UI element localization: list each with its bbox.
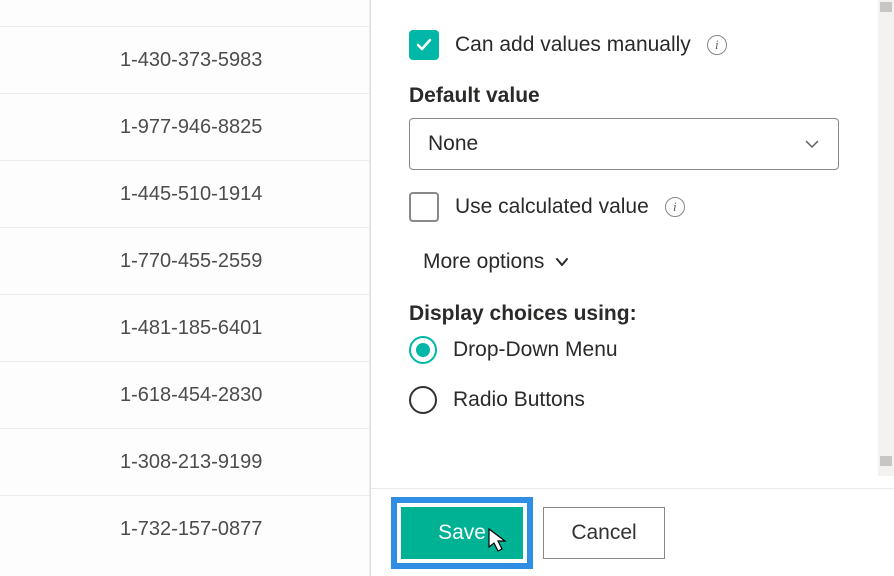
phone-cell: 1-732-157-0877 xyxy=(120,518,262,541)
save-button-label: Save xyxy=(438,521,486,545)
list-row[interactable]: 1-430-373-5983 xyxy=(0,27,369,94)
can-add-values-row: Can add values manually i xyxy=(409,30,848,60)
app-root: 1-430-373-5983 1-977-946-8825 1-445-510-… xyxy=(0,0,894,576)
edit-column-panel: Can add values manually i Default value … xyxy=(370,0,894,576)
radio-radiobuttons-label: Radio Buttons xyxy=(453,388,585,412)
scroll-arrow-up-icon[interactable] xyxy=(880,2,892,12)
default-value-selected: None xyxy=(428,132,478,156)
radio-dropdown[interactable] xyxy=(409,336,437,364)
phone-cell: 1-308-213-9199 xyxy=(120,451,262,474)
list-row[interactable]: 1-977-946-8825 xyxy=(0,94,369,161)
can-add-values-checkbox[interactable] xyxy=(409,30,439,60)
default-value-label: Default value xyxy=(409,84,848,108)
display-choices-label: Display choices using: xyxy=(409,302,848,326)
list-row[interactable] xyxy=(0,0,369,27)
phone-cell: 1-618-454-2830 xyxy=(120,384,262,407)
save-button[interactable]: Save xyxy=(401,507,523,559)
use-calculated-label: Use calculated value xyxy=(455,195,649,219)
chevron-down-icon xyxy=(554,254,570,270)
more-options-toggle[interactable]: More options xyxy=(423,250,848,274)
list-row[interactable]: 1-445-510-1914 xyxy=(0,161,369,228)
save-highlight-border: Save xyxy=(391,497,533,569)
radio-dropdown-label: Drop-Down Menu xyxy=(453,338,618,362)
cancel-button-label: Cancel xyxy=(571,521,636,545)
display-choice-dropdown-row[interactable]: Drop-Down Menu xyxy=(409,336,848,364)
scroll-arrow-down-icon[interactable] xyxy=(880,456,892,466)
use-calculated-row: Use calculated value i xyxy=(409,192,848,222)
more-options-label: More options xyxy=(423,250,544,274)
list-row[interactable]: 1-618-454-2830 xyxy=(0,362,369,429)
list-row[interactable]: 1-308-213-9199 xyxy=(0,429,369,496)
phone-cell: 1-481-185-6401 xyxy=(120,317,262,340)
use-calculated-checkbox[interactable] xyxy=(409,192,439,222)
scrollbar-track[interactable] xyxy=(878,0,894,476)
chevron-down-icon xyxy=(804,136,820,152)
phone-cell: 1-430-373-5983 xyxy=(120,49,262,72)
info-icon[interactable]: i xyxy=(665,197,685,217)
info-icon[interactable]: i xyxy=(707,35,727,55)
list-column: 1-430-373-5983 1-977-946-8825 1-445-510-… xyxy=(0,0,370,576)
cancel-button[interactable]: Cancel xyxy=(543,507,665,559)
list-row[interactable]: 1-732-157-0877 xyxy=(0,496,369,563)
radio-radiobuttons[interactable] xyxy=(409,386,437,414)
can-add-values-label: Can add values manually xyxy=(455,33,691,57)
phone-cell: 1-445-510-1914 xyxy=(120,183,262,206)
radio-inner-icon xyxy=(416,343,430,357)
phone-cell: 1-770-455-2559 xyxy=(120,250,262,273)
check-icon xyxy=(415,36,433,54)
panel-footer: Save Cancel xyxy=(371,488,894,576)
default-value-select[interactable]: None xyxy=(409,118,839,170)
phone-cell: 1-977-946-8825 xyxy=(120,116,262,139)
list-row[interactable]: 1-481-185-6401 xyxy=(0,295,369,362)
panel-scroll-area: Can add values manually i Default value … xyxy=(371,0,878,488)
display-choice-radio-row[interactable]: Radio Buttons xyxy=(409,386,848,414)
list-row[interactable]: 1-770-455-2559 xyxy=(0,228,369,295)
